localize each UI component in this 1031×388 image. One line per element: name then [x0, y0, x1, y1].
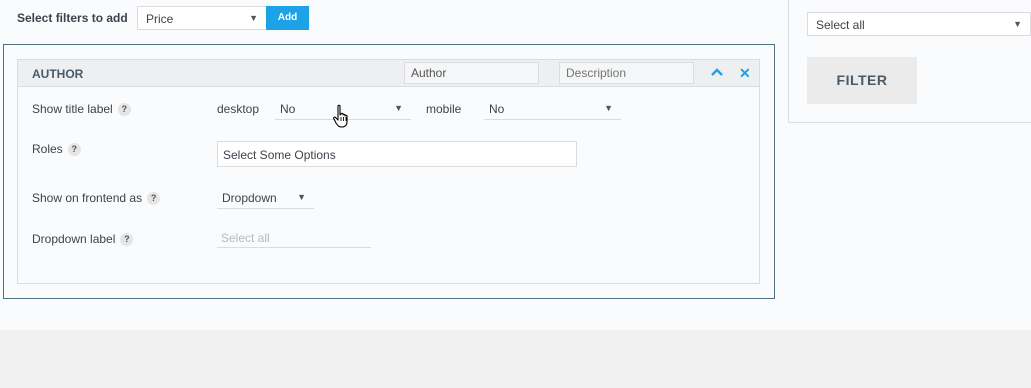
frontend-type-value: Dropdown [222, 191, 277, 205]
preview-author-select[interactable]: Select all ▼ [807, 12, 1031, 36]
help-icon[interactable]: ? [117, 103, 131, 117]
help-icon[interactable]: ? [120, 233, 134, 247]
frontend-type-select[interactable]: Dropdown ▼ [217, 189, 314, 209]
preview-select-value: Select all [816, 18, 865, 32]
desktop-title-value: No [280, 102, 296, 116]
filter-button[interactable]: FILTER [807, 57, 917, 104]
roles-row-label: Roles? [32, 142, 81, 157]
roles-label-text: Roles [32, 142, 63, 156]
desktop-label: desktop [217, 102, 260, 116]
filter-description-input[interactable] [559, 62, 694, 84]
mobile-label: mobile [426, 102, 462, 116]
caret-down-icon: ▼ [249, 13, 258, 23]
show-on-frontend-row-label: Show on frontend as? [32, 191, 161, 206]
filter-block-title: AUTHOR [32, 67, 84, 81]
filter-type-value: Price [146, 12, 174, 26]
filter-type-select[interactable]: Price ▼ [137, 6, 267, 30]
add-filter-button[interactable]: Add [266, 6, 309, 30]
show-on-frontend-label-text: Show on frontend as [32, 191, 143, 205]
caret-down-icon: ▼ [604, 103, 613, 113]
help-icon[interactable]: ? [67, 143, 81, 157]
show-title-label-text: Show title label [32, 102, 113, 116]
caret-down-icon: ▼ [297, 192, 306, 202]
dropdown-label-row-label: Dropdown label? [32, 232, 134, 247]
show-title-label-row-label: Show title label? [32, 102, 131, 117]
filter-block [17, 59, 760, 284]
caret-down-icon: ▼ [1013, 19, 1022, 29]
mobile-title-value: No [489, 102, 505, 116]
add-filters-label: Select filters to add [17, 11, 128, 25]
filter-name-input[interactable] [404, 62, 539, 84]
help-icon[interactable]: ? [147, 192, 161, 206]
hand-pointer-icon [333, 104, 348, 128]
dropdown-label-input[interactable]: Select all [217, 230, 371, 248]
chevron-up-icon[interactable] [711, 67, 723, 77]
caret-down-icon: ▼ [394, 103, 403, 113]
dropdown-label-text: Dropdown label [32, 232, 116, 246]
close-icon[interactable]: ✕ [739, 66, 751, 80]
roles-multiselect[interactable]: Select Some Options [217, 141, 577, 167]
mobile-title-select[interactable]: No ▼ [484, 100, 621, 120]
